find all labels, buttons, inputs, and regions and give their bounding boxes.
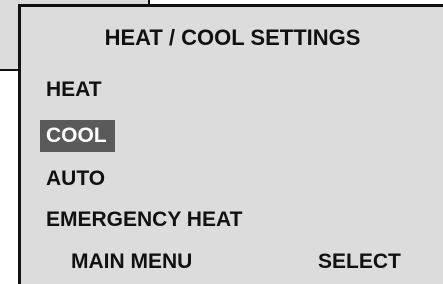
menu-item-auto[interactable]: AUTO — [40, 163, 113, 195]
menu-item-heat[interactable]: HEAT — [40, 74, 110, 106]
main-menu-softkey[interactable]: MAIN MENU — [71, 250, 192, 274]
select-softkey[interactable]: SELECT — [318, 250, 401, 274]
panel-title: HEAT / COOL SETTINGS — [104, 25, 361, 50]
heat-cool-settings-panel: HEAT / COOL SETTINGS HEAT COOL AUTO EMER… — [18, 4, 443, 284]
thermostat-display: CT HEAT / COOL SETTINGS HEAT COOL AUTO E… — [0, 0, 443, 284]
menu-item-cool[interactable]: COOL — [40, 120, 115, 152]
menu-item-emergency-heat[interactable]: EMERGENCY HEAT — [40, 204, 250, 236]
